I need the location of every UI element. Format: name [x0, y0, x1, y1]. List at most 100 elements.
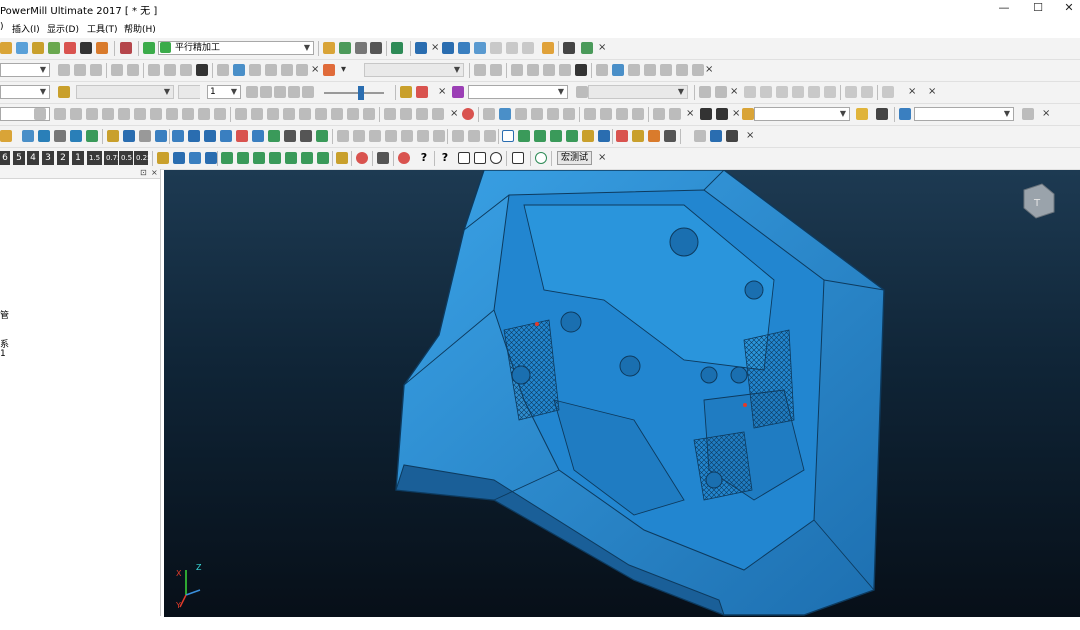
level-button-0-75[interactable]: 0.75: [104, 151, 122, 165]
verify-icon[interactable]: [339, 42, 351, 54]
view-icon[interactable]: [86, 130, 98, 142]
view-icon[interactable]: [123, 130, 135, 142]
strategy-select[interactable]: 平行精加工 ▼: [158, 41, 314, 55]
pattern-icon[interactable]: [221, 152, 233, 164]
tool-icon[interactable]: [157, 152, 169, 164]
toolbar-close-icon[interactable]: ×: [438, 86, 446, 97]
layer-select[interactable]: ▼: [0, 63, 50, 77]
keyboard-icon[interactable]: [370, 42, 382, 54]
machine-icon[interactable]: [452, 86, 464, 98]
select-icon[interactable]: [499, 108, 511, 120]
panel-close-icon[interactable]: ×: [151, 168, 158, 177]
view-icon[interactable]: [0, 130, 12, 142]
target-icon[interactable]: [490, 152, 502, 164]
record-icon[interactable]: [462, 108, 474, 120]
feature-icon[interactable]: [80, 42, 92, 54]
box-select-icon[interactable]: [474, 152, 486, 164]
nc-program-icon[interactable]: [120, 42, 132, 54]
sun-icon[interactable]: [856, 108, 868, 120]
boundary-icon[interactable]: [32, 42, 44, 54]
toolbar-close-icon[interactable]: ×: [1042, 108, 1050, 119]
tool-icon[interactable]: [205, 152, 217, 164]
pattern-icon[interactable]: [317, 152, 329, 164]
layers-icon[interactable]: [442, 42, 454, 54]
pattern-icon[interactable]: [237, 152, 249, 164]
toolbar-close-icon[interactable]: ×: [431, 42, 439, 53]
table-icon[interactable]: [710, 130, 722, 142]
grid-icon[interactable]: [716, 108, 728, 120]
tree-item[interactable]: 管: [0, 308, 9, 321]
tree-item[interactable]: 1: [0, 349, 6, 359]
toolbar-close-icon[interactable]: ×: [450, 108, 458, 119]
shading-icon[interactable]: [236, 130, 248, 142]
stock-icon[interactable]: [355, 42, 367, 54]
save-icon[interactable]: [563, 42, 575, 54]
menu-item-display[interactable]: 显示(D): [47, 22, 79, 35]
view-icon[interactable]: [54, 130, 66, 142]
step-select[interactable]: 1 ▼: [207, 85, 241, 99]
machine-select[interactable]: ▼: [468, 85, 568, 99]
calculate-icon[interactable]: [323, 42, 335, 54]
shading-icon[interactable]: [220, 130, 232, 142]
view-icon[interactable]: [22, 130, 34, 142]
undo-icon[interactable]: [542, 42, 554, 54]
shading-icon[interactable]: [268, 130, 280, 142]
arc-icon[interactable]: [566, 130, 578, 142]
pattern-icon[interactable]: [285, 152, 297, 164]
measure-select[interactable]: ▼: [914, 107, 1014, 121]
pencil-icon[interactable]: [742, 108, 754, 120]
view-icon[interactable]: [107, 130, 119, 142]
minimize-button[interactable]: —: [991, 1, 1017, 17]
context-help-icon[interactable]: ?: [439, 152, 451, 164]
toolbar-close-icon[interactable]: ×: [705, 64, 713, 75]
arc-icon[interactable]: [582, 130, 594, 142]
level-button-3[interactable]: 3: [42, 151, 54, 165]
shading-icon[interactable]: [172, 130, 184, 142]
toolbar-close-icon[interactable]: ×: [732, 108, 740, 119]
tool-icon[interactable]: [64, 42, 76, 54]
grid-icon[interactable]: [377, 152, 389, 164]
shading-icon[interactable]: [188, 130, 200, 142]
workplane-icon[interactable]: [323, 64, 335, 76]
trim-icon[interactable]: [196, 64, 208, 76]
arc-icon[interactable]: [598, 130, 610, 142]
pattern-icon[interactable]: [269, 152, 281, 164]
tool-icon[interactable]: [632, 130, 644, 142]
tool-icon[interactable]: [664, 130, 676, 142]
shading-icon[interactable]: [300, 130, 312, 142]
close-window-button[interactable]: ✕: [1056, 1, 1080, 17]
binoculars-icon[interactable]: [415, 42, 427, 54]
circle-icon[interactable]: [535, 152, 547, 164]
tool-select[interactable]: ▼: [0, 85, 50, 99]
tool-icon[interactable]: [616, 130, 628, 142]
speed-slider-thumb[interactable]: [358, 86, 364, 100]
pattern-icon[interactable]: [301, 152, 313, 164]
measure-icon[interactable]: [899, 108, 911, 120]
view-icon[interactable]: [70, 130, 82, 142]
grid-icon[interactable]: [700, 108, 712, 120]
trim-icon[interactable]: [575, 64, 587, 76]
simulation-icon[interactable]: [400, 86, 412, 98]
view-icon[interactable]: [38, 130, 50, 142]
edit-select[interactable]: ▼: [754, 107, 850, 121]
cancel-icon[interactable]: [398, 152, 410, 164]
help-icon[interactable]: ?: [418, 152, 430, 164]
toolbar-close-icon[interactable]: ×: [686, 108, 694, 119]
toolbar-close-icon[interactable]: ×: [928, 86, 936, 97]
level-button-5[interactable]: 5: [13, 151, 25, 165]
frame-icon[interactable]: [512, 152, 524, 164]
shading-icon[interactable]: [284, 130, 296, 142]
toolbar-close-icon[interactable]: ×: [746, 130, 754, 141]
view-icon[interactable]: [155, 130, 167, 142]
toolpath-icon[interactable]: [0, 42, 12, 54]
arc-icon[interactable]: [518, 130, 530, 142]
menu-item-insert[interactable]: 插入(I): [12, 22, 40, 35]
pattern-icon[interactable]: [48, 42, 60, 54]
level-button-1-5[interactable]: 1.5: [87, 151, 102, 165]
arc-icon[interactable]: [550, 130, 562, 142]
macro-test-button[interactable]: 宏测试: [557, 151, 593, 165]
table-icon[interactable]: [876, 108, 888, 120]
level-button-4[interactable]: 4: [27, 151, 39, 165]
menu-item-help[interactable]: 帮助(H): [124, 22, 156, 35]
shading-icon[interactable]: [316, 130, 328, 142]
